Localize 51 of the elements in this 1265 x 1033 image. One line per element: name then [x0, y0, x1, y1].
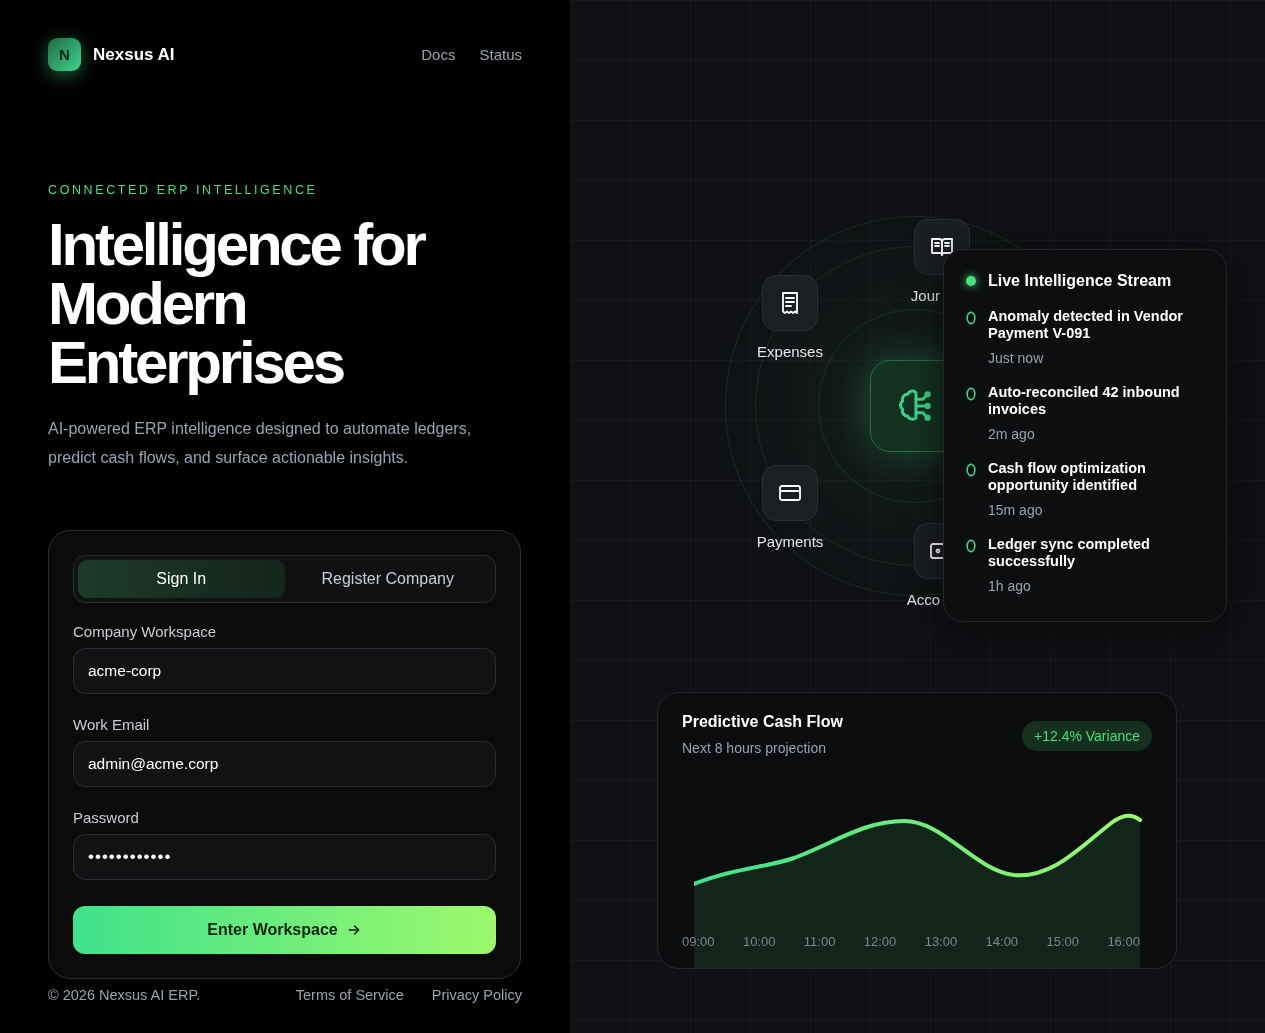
ring-icon — [966, 387, 976, 401]
copyright: © 2026 Nexsus AI ERP. — [48, 987, 201, 1003]
module-label: Expenses — [757, 343, 823, 360]
auth-tab[interactable]: Register Company — [284, 560, 491, 598]
axis-label: 15:00 — [1046, 934, 1079, 949]
axis-label: 12:00 — [863, 934, 897, 949]
axis-label: 13:00 — [924, 934, 958, 949]
footer-link[interactable]: Terms of Service — [295, 987, 404, 1003]
field-label: Company Workspace — [73, 623, 218, 640]
module-node[interactable] — [762, 275, 818, 331]
submit-button[interactable]: Enter Workspace — [73, 906, 496, 954]
input-field[interactable]: acme-corp — [73, 648, 496, 694]
module-label: Jour — [910, 287, 940, 304]
stream-item-time: 2m ago — [988, 426, 1036, 442]
axis-label: 09:00 — [682, 934, 715, 949]
nav-link[interactable]: Docs — [421, 46, 456, 63]
axis-label: 16:00 — [1107, 934, 1140, 949]
stream-title: Live Intelligence Stream — [988, 272, 1172, 290]
wallet-icon — [930, 543, 943, 559]
ring-icon — [966, 539, 976, 553]
auth-tab[interactable]: Sign In — [78, 560, 285, 598]
stream-item-time: Just now — [988, 350, 1045, 366]
password-field[interactable]: •••••••••••• — [73, 834, 496, 880]
stream-item-text: Cash flow optimization opportunity identified — [988, 460, 1147, 494]
module-node[interactable] — [762, 465, 818, 521]
footer-link[interactable]: Privacy Policy — [431, 987, 522, 1003]
module-label: Acco — [906, 591, 940, 608]
module-node[interactable] — [914, 523, 943, 579]
stream-item-text: Ledger sync completed successfully — [988, 536, 1151, 570]
stream-item-time: 1h ago — [988, 578, 1032, 594]
axis-label: 14:00 — [985, 934, 1019, 949]
card-title: Predictive Cash Flow — [682, 713, 843, 731]
input-field[interactable]: admin@acme.corp — [73, 741, 496, 787]
nav-link[interactable]: Status — [479, 46, 522, 63]
stream-item-text: Auto-reconciled 42 inbound invoices — [988, 384, 1181, 418]
stream-item-time: 15m ago — [988, 502, 1044, 518]
brand-name: Nexsus AI — [93, 44, 175, 65]
ring-icon — [966, 463, 976, 477]
axis-label: 10:00 — [742, 934, 776, 949]
field-label: Work Email — [73, 716, 151, 733]
module-label: Payments — [756, 533, 824, 550]
field-label: Password — [73, 809, 140, 826]
stream-item-text: Anomaly detected in Vendor Payment V-091 — [988, 308, 1184, 342]
hero-description: AI-powered ERP intelligence designed to automate ledgers, predict cash flows, and surface actionable insights. — [48, 419, 473, 468]
ring-icon — [966, 311, 976, 325]
eyebrow-label: CONNECTED ERP INTELLIGENCE — [48, 183, 319, 197]
card-subtitle: Next 8 hours projection — [682, 740, 827, 756]
axis-label: 11:00 — [803, 934, 836, 949]
book-icon — [930, 235, 954, 259]
variance-badge: +12.4% Variance — [1022, 721, 1152, 751]
logo: N — [48, 38, 81, 71]
